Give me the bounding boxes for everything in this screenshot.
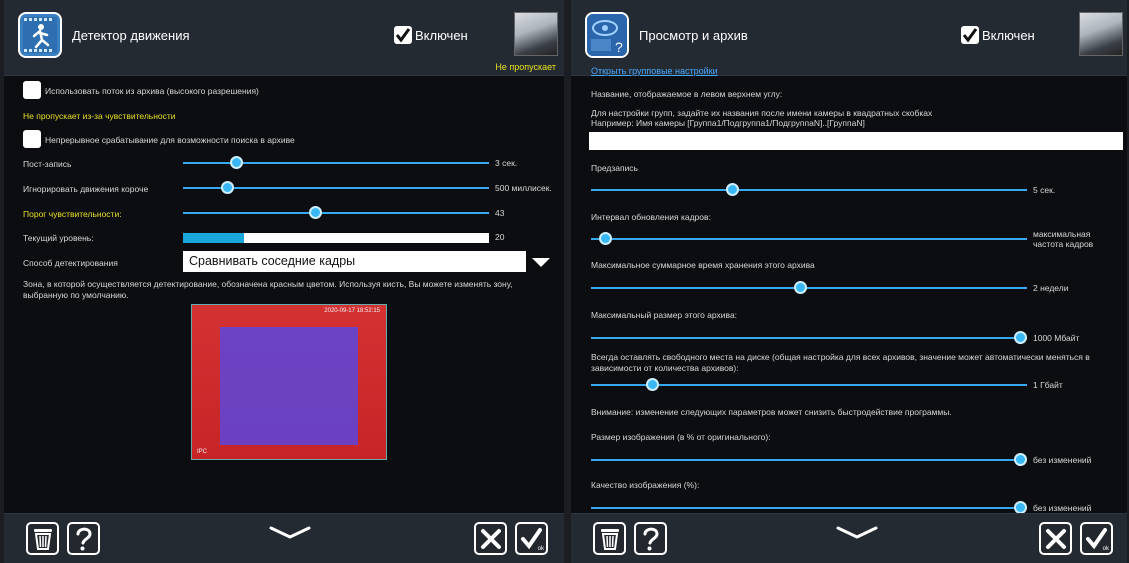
not-passing-warning: Не пропускает из-за чувствительности: [23, 111, 176, 121]
prerecord-label: Предзапись: [591, 163, 638, 173]
ok-button[interactable]: ok: [515, 522, 548, 555]
ignore-short-slider[interactable]: [183, 181, 489, 194]
threshold-slider[interactable]: [183, 206, 489, 219]
enabled-checkbox[interactable]: [394, 26, 412, 44]
chevron-down-icon[interactable]: [269, 526, 311, 540]
image-size-value: без изменений: [1033, 455, 1092, 465]
slider-thumb[interactable]: [221, 181, 235, 194]
quality-value: без изменений: [1033, 503, 1092, 513]
slider-thumb[interactable]: [1014, 453, 1027, 466]
zone-camera-label: IPC: [197, 449, 208, 455]
motion-detector-panel: Детектор движения Включен Не пропускает …: [4, 0, 564, 563]
enabled-label: Включен: [982, 28, 1035, 43]
max-size-label: Максимальный размер этого архива:: [591, 310, 738, 320]
name-label: Название, отображаемое в левом верхнем у…: [591, 89, 783, 99]
refresh-slider[interactable]: [591, 232, 1027, 245]
slider-thumb[interactable]: [308, 206, 322, 219]
panel-header: ? Просмотр и архив Включен Открыть групп…: [571, 0, 1127, 76]
image-size-slider[interactable]: [591, 453, 1027, 466]
group-help-2: Например: Имя камеры [Группа1/Подгруппа1…: [591, 118, 865, 128]
use-archive-stream-label: Использовать поток из архива (высокого р…: [45, 86, 259, 96]
trash-icon: [33, 528, 52, 550]
post-record-value: 3 сек.: [495, 158, 518, 168]
ok-label: ok: [1102, 546, 1109, 552]
panel-title: Просмотр и архив: [639, 28, 748, 43]
max-size-value: 1000 Мбайт: [1033, 333, 1080, 343]
slider-thumb[interactable]: [726, 183, 740, 196]
help-button[interactable]: [634, 522, 667, 555]
svg-text:?: ?: [615, 39, 623, 55]
refresh-value: максимальная частота кадров: [1033, 229, 1094, 250]
zone-help-text: Зона, в которой осуществляется детектиро…: [23, 279, 513, 300]
cancel-button[interactable]: [1039, 522, 1072, 555]
use-archive-stream-checkbox[interactable]: [23, 81, 41, 99]
quality-label: Качество изображения (%):: [591, 480, 700, 490]
group-settings-link[interactable]: Открыть групповые настройки: [591, 66, 718, 76]
current-level-label: Текущий уровень:: [23, 233, 94, 243]
method-label: Способ детектирования: [23, 258, 118, 268]
camera-archive-icon: ?: [585, 12, 629, 58]
slider-thumb[interactable]: [794, 281, 808, 294]
enabled-checkbox[interactable]: [961, 26, 979, 44]
free-space-label: Всегда оставлять свободного места на дис…: [591, 352, 1090, 373]
delete-button[interactable]: [26, 522, 59, 555]
image-size-label: Размер изображения (в % от оригинального…: [591, 432, 771, 442]
current-level-fill: [183, 233, 245, 243]
cancel-button[interactable]: [474, 522, 507, 555]
help-icon: [643, 527, 659, 550]
slider-thumb[interactable]: [1014, 331, 1027, 344]
chevron-down-icon[interactable]: [532, 258, 550, 267]
panel-footer: ok: [571, 513, 1127, 563]
slider-thumb[interactable]: [229, 156, 243, 169]
archive-panel: ? Просмотр и архив Включен Открыть групп…: [571, 0, 1127, 563]
motion-detector-icon: [18, 12, 62, 58]
trash-icon: [600, 528, 619, 550]
current-level-value: 20: [495, 232, 505, 242]
delete-button[interactable]: [593, 522, 626, 555]
ignore-short-value: 500 миллисек.: [495, 183, 552, 193]
refresh-label: Интервал обновления кадров:: [591, 212, 711, 222]
close-icon: [1045, 528, 1066, 549]
post-record-slider[interactable]: [183, 156, 489, 169]
prerecord-slider[interactable]: [591, 183, 1027, 196]
help-icon: [76, 527, 92, 550]
max-size-slider[interactable]: [591, 331, 1027, 344]
free-space-value: 1 Гбайт: [1033, 380, 1063, 390]
panel-header: Детектор движения Включен Не пропускает: [4, 0, 564, 76]
slider-thumb[interactable]: [599, 232, 613, 245]
retention-label: Максимальное суммарное время хранения эт…: [591, 260, 815, 270]
current-level-bar: [183, 233, 489, 243]
threshold-label: Порог чувствительности:: [23, 209, 122, 219]
ignore-short-label: Игнорировать движения короче: [23, 184, 149, 194]
camera-name-input[interactable]: [589, 132, 1123, 150]
chevron-down-icon[interactable]: [836, 526, 878, 540]
enabled-label: Включен: [415, 28, 468, 43]
detection-zone-preview[interactable]: 2020-09-17 18:52:15 IPC: [191, 304, 387, 460]
free-space-slider[interactable]: [591, 378, 1027, 391]
close-icon: [480, 528, 501, 549]
method-select[interactable]: Сравнивать соседние кадры: [183, 251, 526, 272]
zone-timestamp: 2020-09-17 18:52:15: [324, 308, 380, 314]
threshold-value: 43: [495, 208, 505, 218]
camera-thumbnail: [514, 12, 558, 56]
quality-slider[interactable]: [591, 501, 1027, 514]
help-button[interactable]: [67, 522, 100, 555]
detection-zone-blue: [220, 327, 358, 445]
continuous-trigger-label: Непрерывное срабатывание для возможности…: [45, 135, 295, 145]
panel-footer: ok: [4, 513, 564, 563]
panel-title: Детектор движения: [72, 28, 190, 43]
retention-value: 2 недели: [1033, 283, 1069, 293]
retention-slider[interactable]: [591, 281, 1027, 294]
camera-thumbnail: [1079, 12, 1123, 56]
slider-thumb[interactable]: [645, 378, 659, 391]
prerecord-value: 5 сек.: [1033, 185, 1056, 195]
performance-warning: Внимание: изменение следующих параметров…: [591, 407, 952, 417]
ok-button[interactable]: ok: [1080, 522, 1113, 555]
continuous-trigger-checkbox[interactable]: [23, 130, 41, 148]
status-text: Не пропускает: [495, 62, 556, 72]
post-record-label: Пост-запись: [23, 159, 72, 169]
ok-label: ok: [537, 546, 544, 552]
